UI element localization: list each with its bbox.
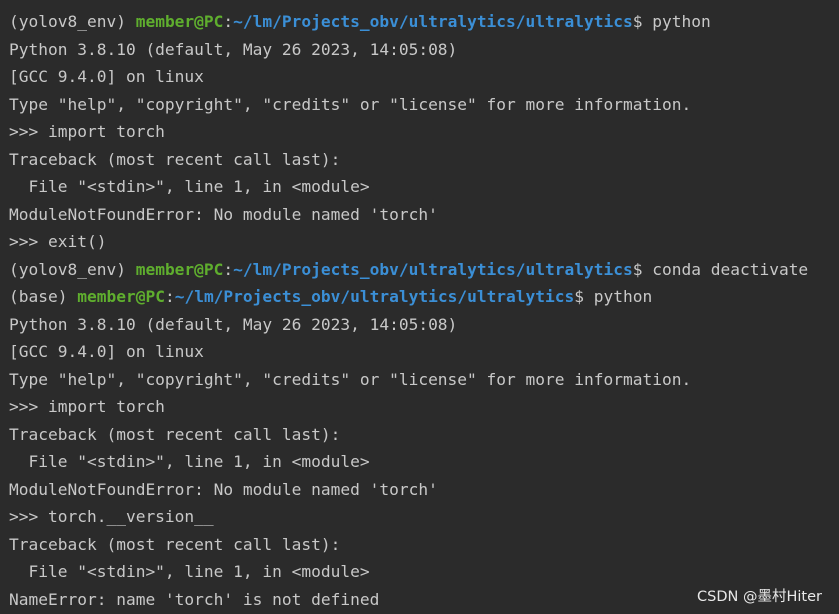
output-line: Type "help", "copyright", "credits" or "… xyxy=(9,369,692,389)
output-line: Type "help", "copyright", "credits" or "… xyxy=(9,94,692,114)
command-text: conda deactivate xyxy=(652,259,809,279)
output-line: [GCC 9.4.0] on linux xyxy=(9,342,204,361)
output-line: Traceback (most recent call last): xyxy=(9,534,341,554)
csdn-watermark: CSDN @墨村Hiter xyxy=(697,589,822,605)
prompt-symbol: $ xyxy=(632,12,653,31)
working-directory: ~/lm/Projects_obv/ultralytics/ultralytic… xyxy=(233,12,633,31)
error-line: ModuleNotFoundError: No module named 'to… xyxy=(9,204,438,224)
output-line: Python 3.8.10 (default, May 26 2023, 14:… xyxy=(9,314,458,334)
env-name: (base) xyxy=(9,287,78,306)
output-line: File "<stdin>", line 1, in <module> xyxy=(9,562,370,581)
env-name: (yolov8_env) xyxy=(9,259,136,279)
repl-input-line: >>> import torch xyxy=(9,122,165,141)
user-host: member@PC xyxy=(77,287,165,306)
command-text: python xyxy=(652,12,711,31)
terminal-window[interactable]: (yolov8_env) member@PC:~/lm/Projects_obv… xyxy=(0,0,839,614)
command-text: python xyxy=(593,287,653,306)
prompt-colon: : xyxy=(223,12,234,31)
working-directory: ~/lm/Projects_obv/ultralytics/ultralytic… xyxy=(174,287,575,306)
prompt-line: (yolov8_env) member@PC:~/lm/Projects_obv… xyxy=(9,8,839,36)
working-directory: ~/lm/Projects_obv/ultralytics/ultralytic… xyxy=(233,259,633,279)
error-line: ModuleNotFoundError: No module named 'to… xyxy=(9,479,438,499)
output-line: File "<stdin>", line 1, in <module> xyxy=(9,177,370,196)
output-line: Traceback (most recent call last): xyxy=(9,424,341,444)
output-line: File "<stdin>", line 1, in <module> xyxy=(9,452,370,471)
prompt-line: (base) member@PC:~/lm/Projects_obv/ultra… xyxy=(9,283,839,311)
prompt-symbol: $ xyxy=(574,287,594,306)
user-host: member@PC xyxy=(135,12,224,31)
output-line: [GCC 9.4.0] on linux xyxy=(9,67,204,86)
prompt-symbol: $ xyxy=(632,259,653,279)
repl-input-line: >>> import torch xyxy=(9,397,165,416)
prompt-colon: : xyxy=(164,287,175,306)
prompt-line: (yolov8_env) member@PC:~/lm/Projects_obv… xyxy=(9,256,839,284)
env-name: (yolov8_env) xyxy=(9,12,136,31)
repl-input-line: >>> torch.__version__ xyxy=(9,507,214,526)
output-line: Python 3.8.10 (default, May 26 2023, 14:… xyxy=(9,39,458,59)
repl-input-line: >>> exit() xyxy=(9,232,107,251)
output-line: Traceback (most recent call last): xyxy=(9,149,341,169)
user-host: member@PC xyxy=(135,259,224,279)
prompt-colon: : xyxy=(223,259,234,279)
